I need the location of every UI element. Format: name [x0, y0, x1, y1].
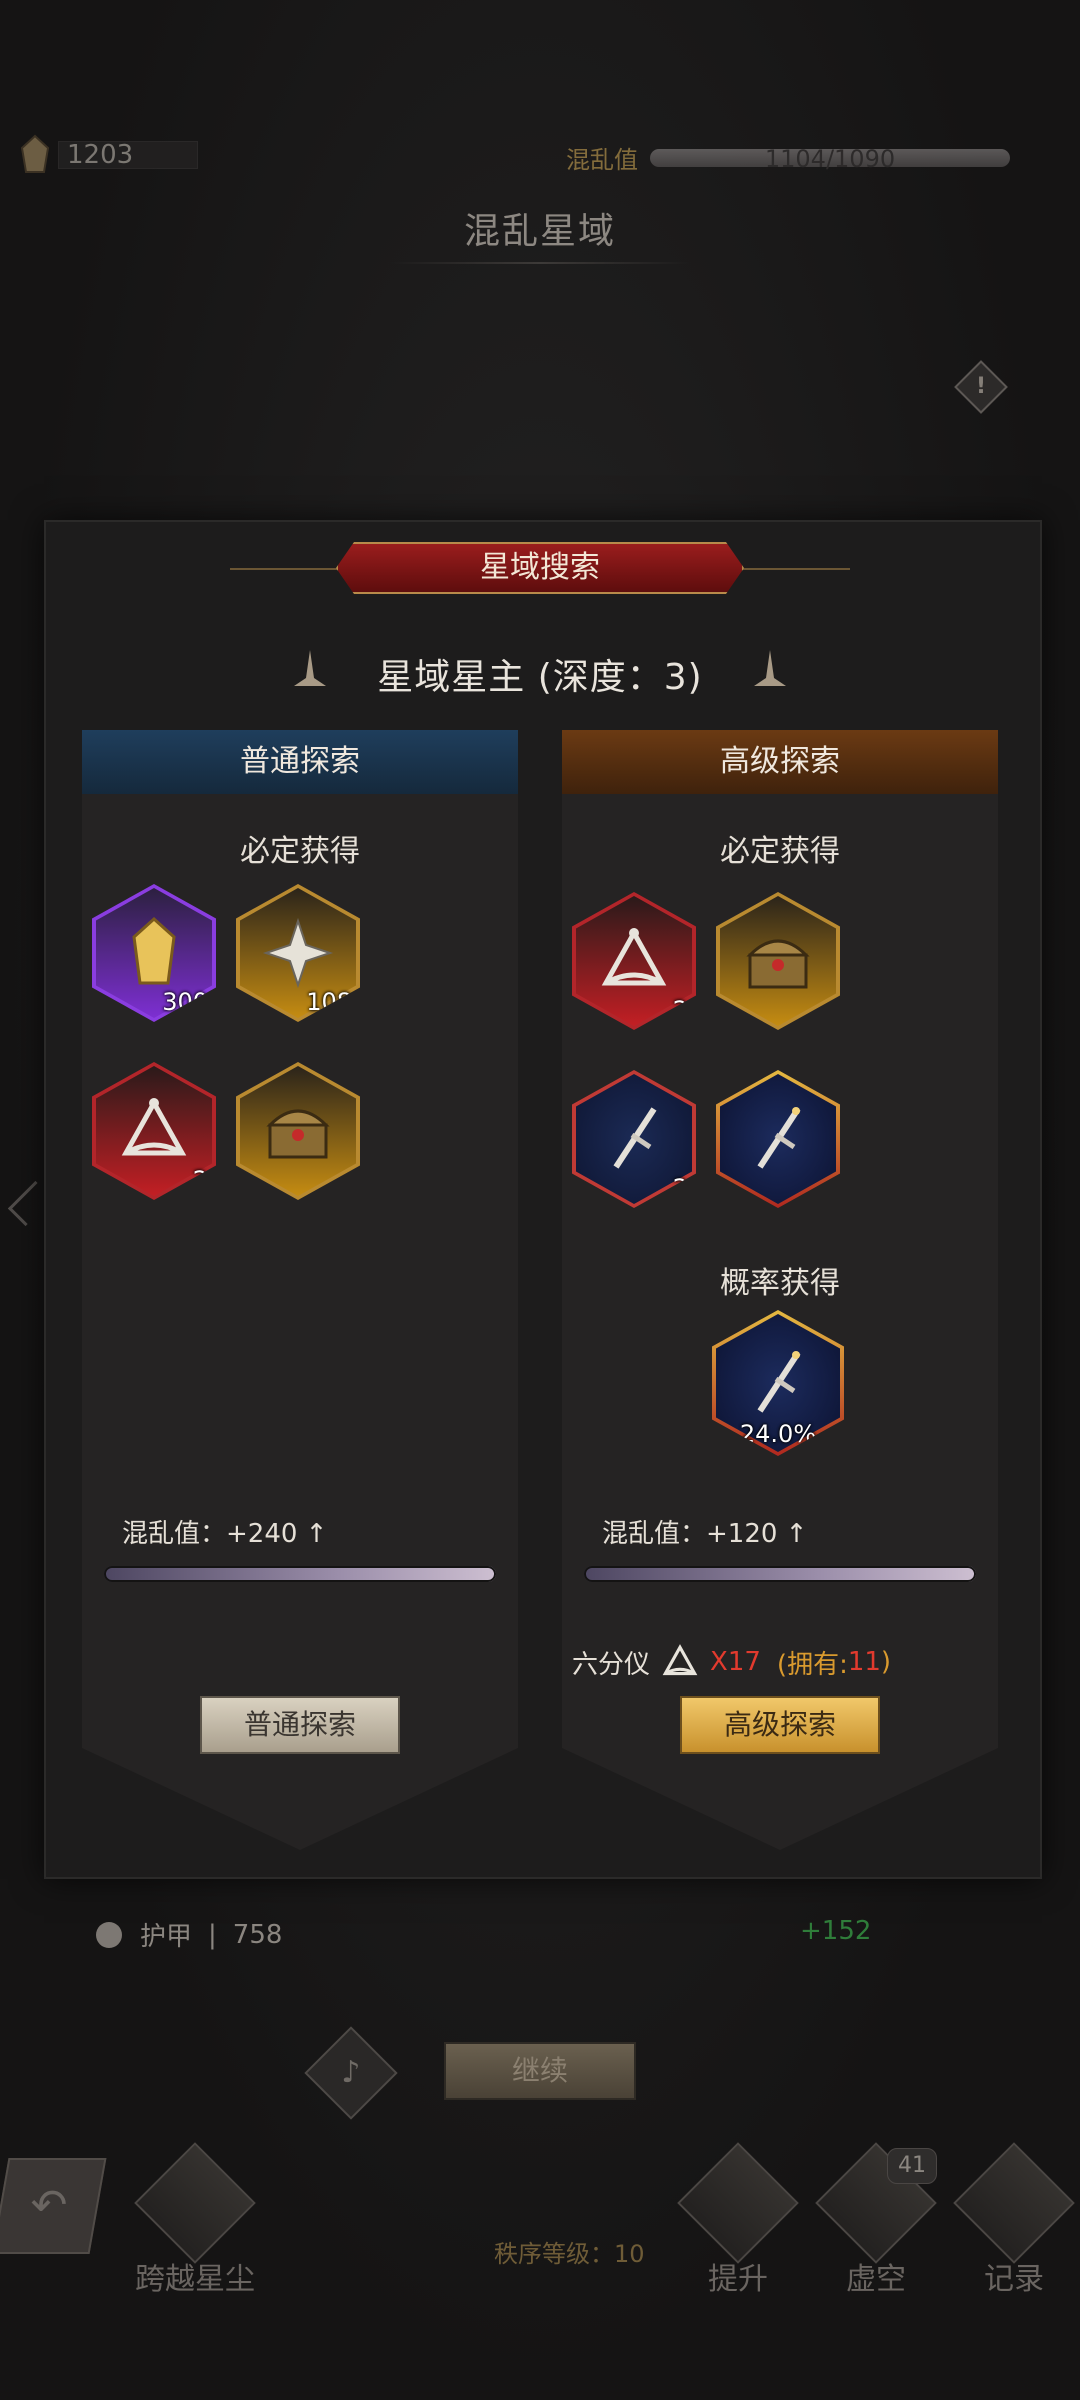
advanced-explore-header: 高级探索 [562, 730, 998, 794]
sextant-icon [662, 1644, 698, 1676]
armor-label: 护甲 [140, 1922, 193, 1952]
treasure-chest-icon [746, 939, 810, 989]
shield-icon [96, 1921, 122, 1948]
reward-treasure-chest[interactable] [716, 892, 840, 1030]
boss-title: 星域星主 (深度：3) [377, 657, 703, 698]
currency-value: 1203 [58, 140, 198, 170]
crystal-icon [20, 134, 50, 173]
reward-sextant[interactable]: 2 [92, 1062, 216, 1200]
armor-separator: | [208, 1919, 217, 1950]
yellow-crystal-icon [132, 916, 176, 985]
reward-treasure-chest[interactable] [236, 1062, 360, 1200]
spike-ornament-right-icon [754, 650, 786, 686]
normal-chaos-text: 混乱值：+240 ↑ [122, 1519, 328, 1549]
advanced-chaos-text: 混乱值：+120 ↑ [602, 1519, 808, 1549]
armor-row: 护甲 | 758 [96, 1916, 282, 1953]
advanced-guaranteed-label: 必定获得 [720, 834, 840, 869]
chaos-label: 混乱值 [566, 146, 638, 174]
nav-cross-stardust[interactable]: 跨越星尘 [118, 2142, 272, 2298]
reward-qty: 2 [672, 1174, 688, 1202]
order-level: 秩序等级：10 [494, 2240, 645, 2268]
owned-count: 11 [847, 1647, 881, 1677]
chaos-progress-bar: 1104/1090 [650, 145, 1010, 173]
modal-title: 星域搜索 [480, 550, 600, 585]
reward-qty: 2 [192, 1166, 208, 1194]
chance-label: 概率获得 [720, 1266, 840, 1301]
normal-guaranteed-label: 必定获得 [240, 834, 360, 869]
sextant-cost-row: 六分仪 X17 (拥有: 11 ) [572, 1640, 891, 1684]
reward-sextant[interactable]: 2 [572, 892, 696, 1030]
owned-prefix: (拥有: [776, 1649, 848, 1680]
upgrade-arrow-icon [677, 2142, 799, 2264]
nav-record[interactable]: 记录 [953, 2142, 1075, 2298]
reward-qty: 108 [306, 988, 352, 1016]
currency-display: 1203 [18, 134, 198, 176]
modal-title-banner: 星域搜索 [300, 542, 780, 594]
chaos-meter: 混乱值 1104/1090 [566, 140, 1010, 175]
reward-ornate-sword[interactable] [716, 1070, 840, 1208]
normal-explore-header: 普通探索 [82, 730, 518, 794]
chaos-progress-text: 1104/1090 [764, 144, 896, 173]
zone-title: 混乱星域 [463, 211, 616, 252]
title-divider [390, 262, 690, 264]
cost-label: 六分仪 [572, 1649, 651, 1680]
normal-chaos-bar [104, 1566, 496, 1582]
ornate-sword-icon [757, 1107, 801, 1169]
back-button[interactable]: ↶ [0, 2158, 107, 2254]
reward-sword[interactable]: 2 [572, 1070, 696, 1208]
advanced-chaos-bar [584, 1566, 976, 1582]
sextant-icon [601, 927, 667, 986]
armor-bonus: +152 [800, 1916, 872, 1946]
reward-star-fragment[interactable]: 108 [236, 884, 360, 1022]
ornate-sword-icon [757, 1351, 801, 1413]
chance-percent: 24.0% [739, 1420, 817, 1448]
star-fragment-icon [262, 917, 334, 989]
treasure-chest-icon [266, 1109, 330, 1159]
void-badge: 41 [887, 2148, 937, 2184]
reward-qty: 2 [672, 996, 688, 1024]
sword-icon [613, 1107, 657, 1169]
nav-upgrade[interactable]: 提升 [677, 2142, 799, 2298]
owned-suffix: ) [880, 1647, 892, 1677]
reward-chance-ornate-sword[interactable]: 24.0% [712, 1310, 844, 1456]
sextant-icon [121, 1097, 187, 1156]
scroll-icon [953, 2142, 1075, 2264]
normal-explore-panel: 普通探索 必定获得 300 108 2 混乱值：+240 ↑ 普通探索 [82, 730, 518, 1850]
stardust-icon [134, 2142, 256, 2264]
normal-explore-button[interactable]: 普通探索 [200, 1696, 400, 1754]
continue-button[interactable]: 继续 [444, 2042, 636, 2100]
cost-amount: X17 [710, 1647, 761, 1677]
armor-value: 758 [232, 1919, 283, 1950]
reward-qty: 300 [162, 988, 208, 1016]
advanced-explore-button[interactable]: 高级探索 [680, 1696, 880, 1754]
reward-yellow-crystal[interactable]: 300 [92, 884, 216, 1022]
